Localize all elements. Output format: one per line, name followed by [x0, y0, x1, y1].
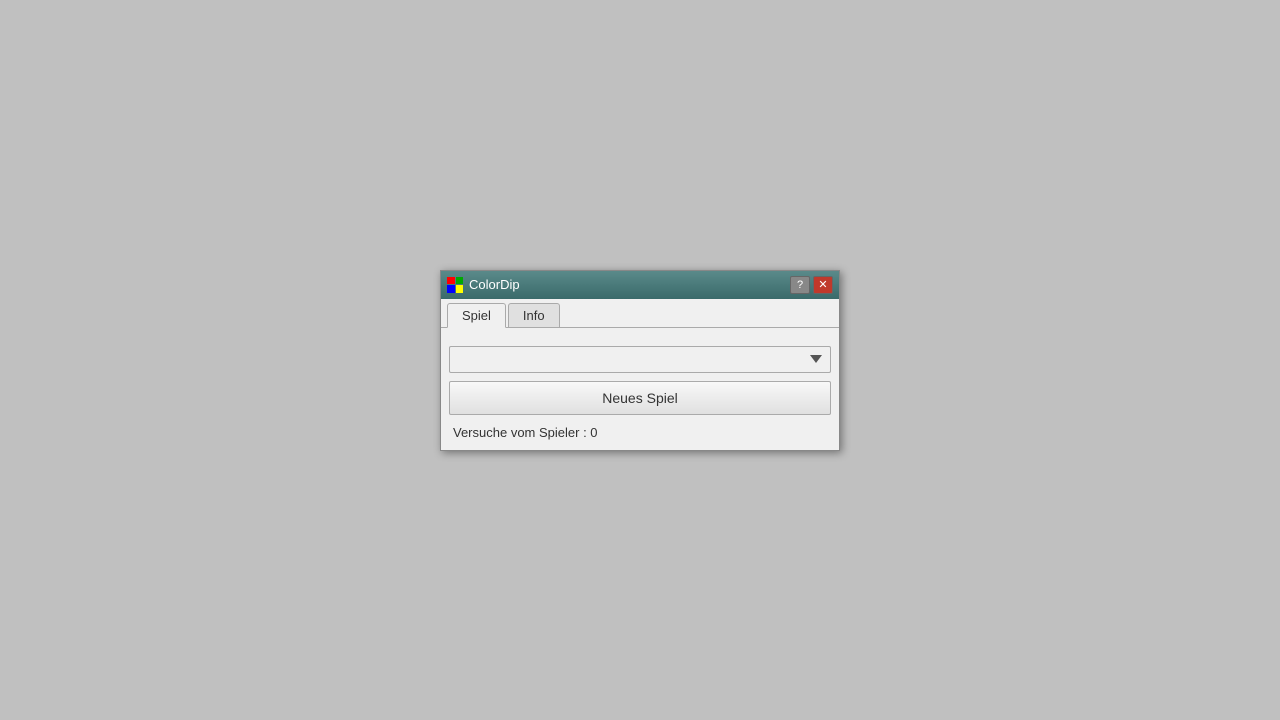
app-icon-q1	[447, 277, 455, 285]
title-bar-buttons: ? ✕	[790, 276, 833, 294]
app-icon-q4	[456, 285, 464, 293]
close-button[interactable]: ✕	[813, 276, 833, 294]
app-icon-q3	[447, 285, 455, 293]
tab-info[interactable]: Info	[508, 303, 560, 327]
status-bar: Versuche vom Spieler : 0	[449, 423, 831, 442]
app-icon	[447, 277, 463, 293]
difficulty-row	[449, 346, 831, 373]
title-bar: ColorDip ? ✕	[441, 271, 839, 299]
title-bar-left: ColorDip	[447, 277, 520, 293]
main-content: Neues Spiel Versuche vom Spieler : 0	[441, 328, 839, 450]
main-window: ColorDip ? ✕ Spiel Info Neues Spiel Vers…	[440, 270, 840, 451]
app-icon-q2	[456, 277, 464, 285]
window-title: ColorDip	[469, 277, 520, 292]
help-button[interactable]: ?	[790, 276, 810, 294]
new-game-button[interactable]: Neues Spiel	[449, 381, 831, 415]
difficulty-select[interactable]	[449, 346, 831, 373]
tab-spiel[interactable]: Spiel	[447, 303, 506, 328]
tab-bar: Spiel Info	[441, 299, 839, 328]
